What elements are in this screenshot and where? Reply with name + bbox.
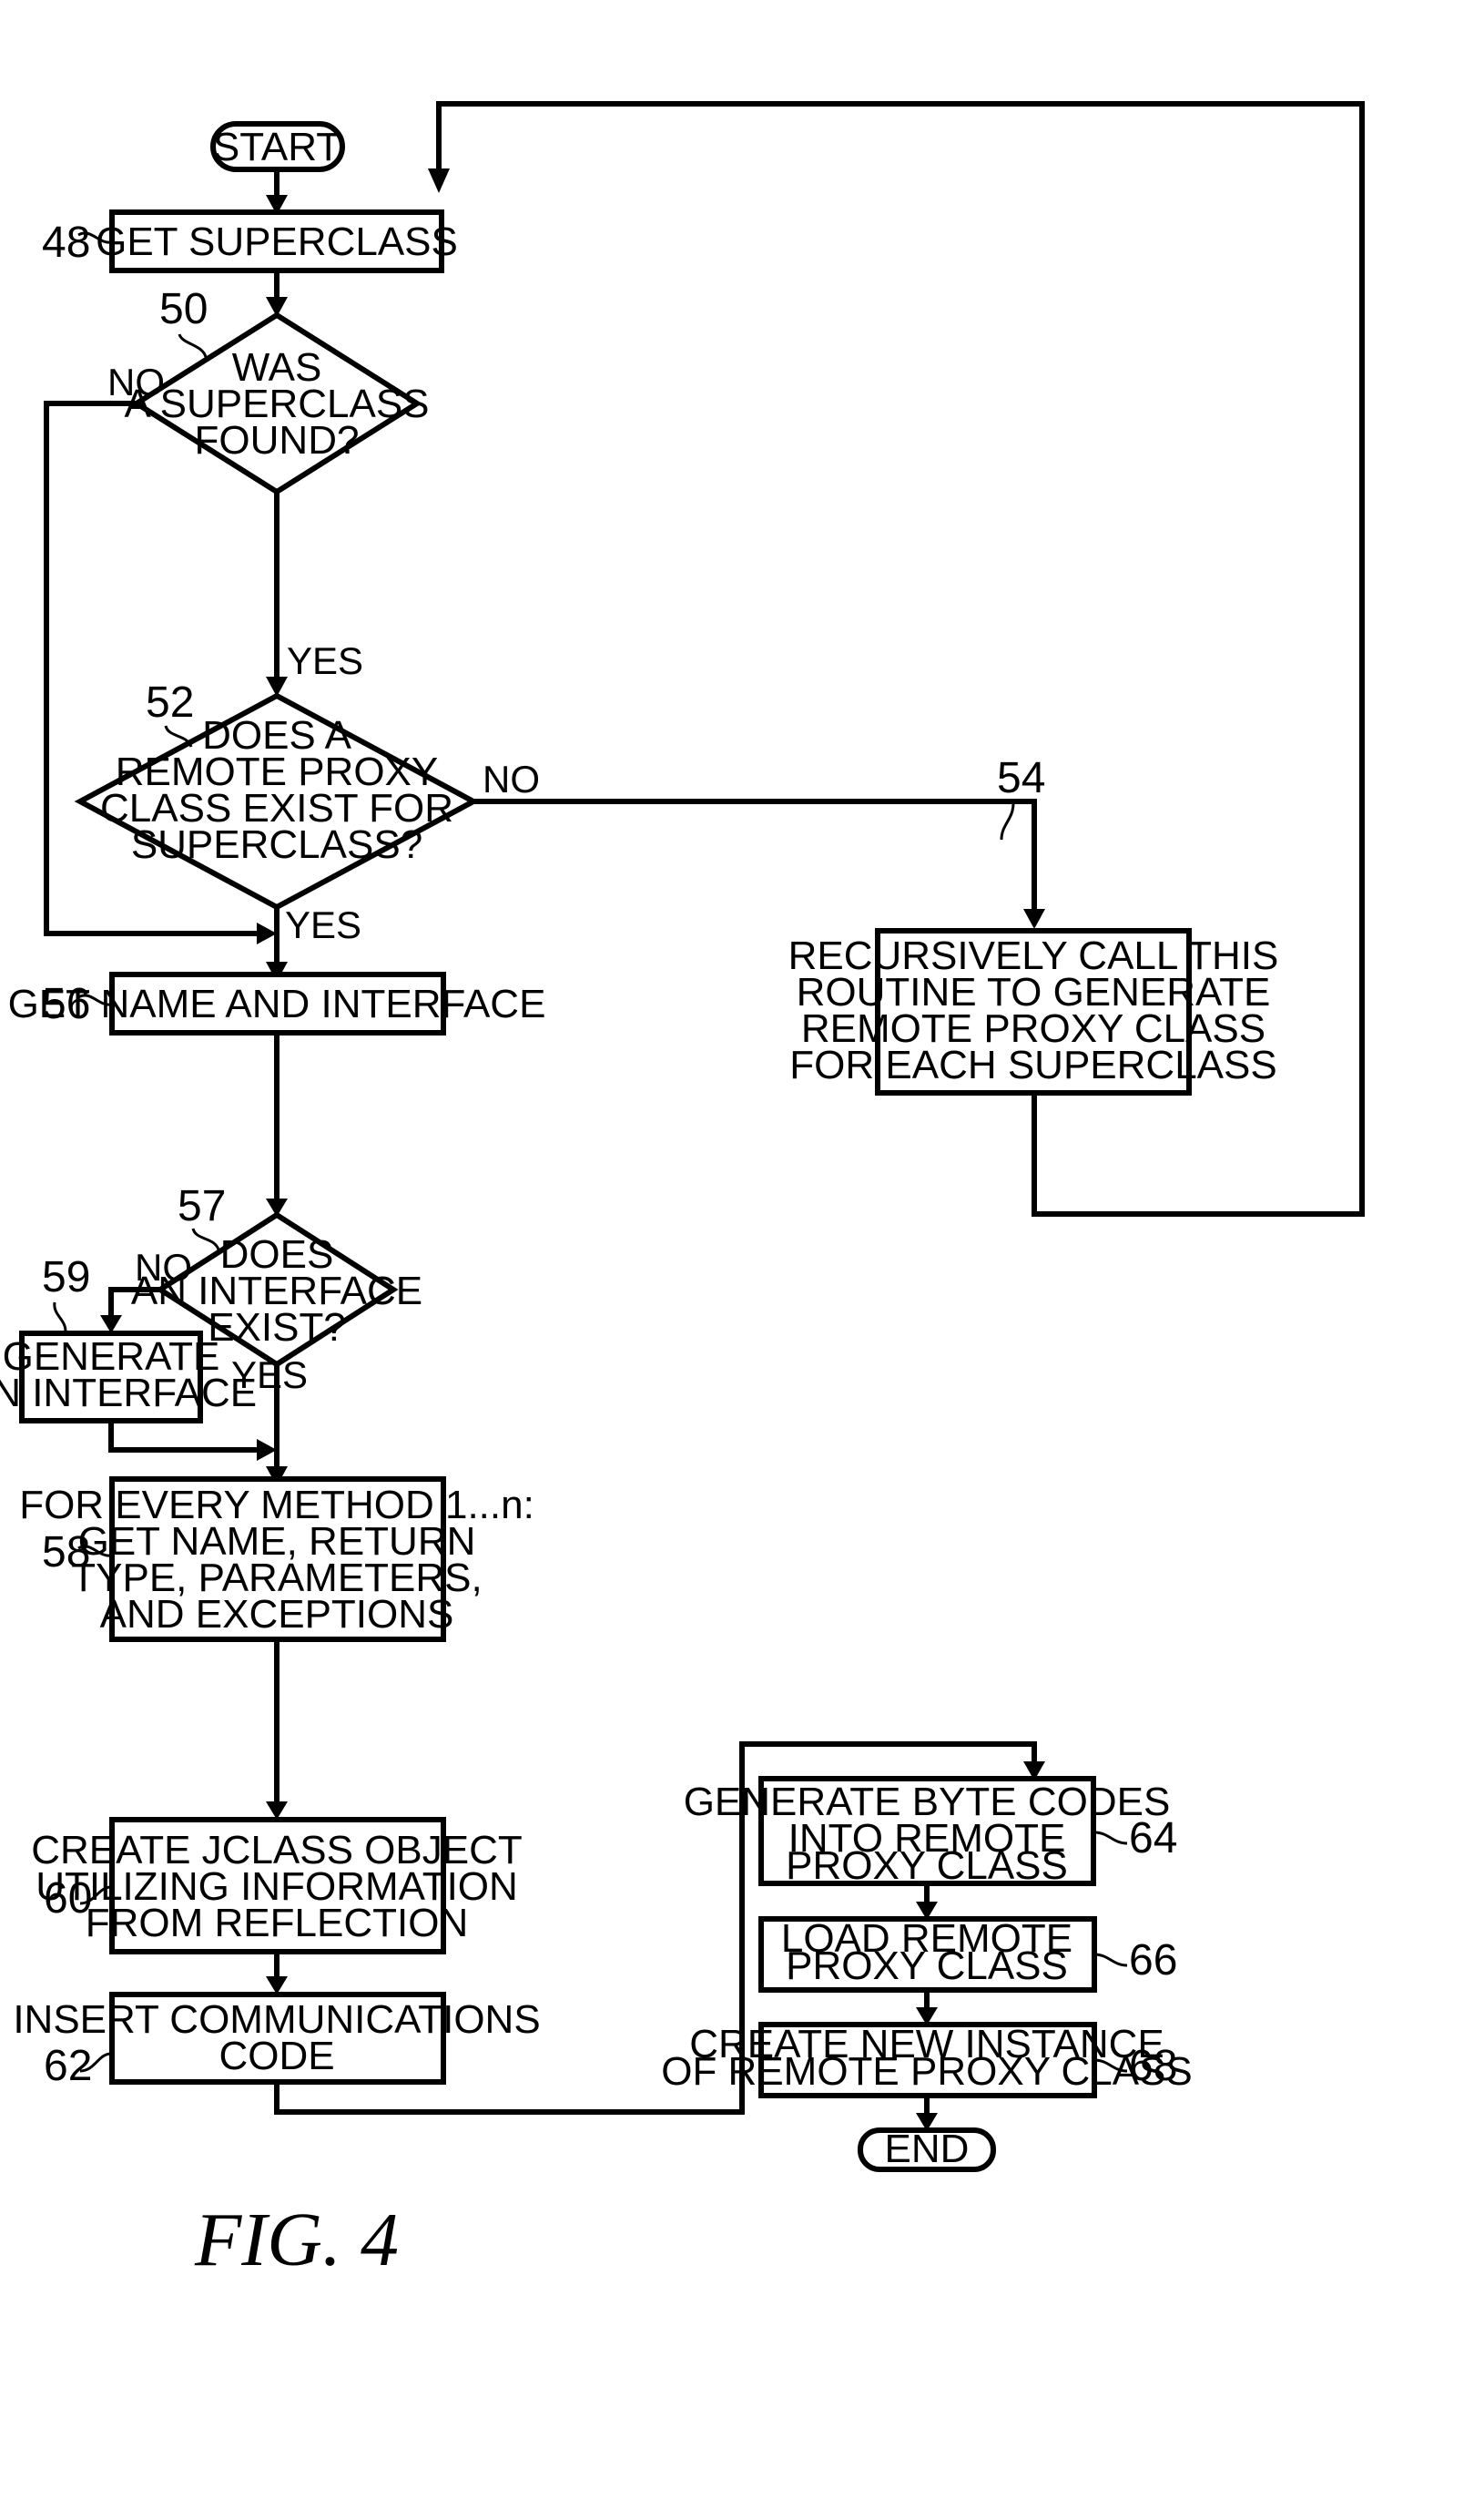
end-terminal: END <box>858 2127 996 2172</box>
step-64-line-2: PROXY CLASS <box>786 1843 1068 1888</box>
edge-label-50-no: NO <box>107 361 165 403</box>
edge-label-52-yes: YES <box>285 903 361 946</box>
ref-52: 52 <box>146 678 194 727</box>
ref-54: 54 <box>997 754 1045 802</box>
end-label: END <box>885 2127 970 2171</box>
step-68-line-1: OF REMOTE PROXY CLASS <box>661 2049 1193 2094</box>
figure-caption: FIG. 4 <box>194 2198 399 2282</box>
step-60-line-2: FROM REFLECTION <box>86 1901 468 1945</box>
leader-59 <box>53 1301 67 1332</box>
step-66-line-1: PROXY CLASS <box>786 1944 1068 1988</box>
ref-56: 56 <box>42 980 90 1028</box>
decision-52-line-3: SUPERCLASS? <box>131 822 422 867</box>
ref-50: 50 <box>159 285 208 333</box>
edge-label-57-no: NO <box>135 1246 192 1289</box>
step-68-create-instance: CREATE NEW INSTANCE OF REMOTE PROXY CLAS… <box>661 2022 1193 2098</box>
edge-label-50-yes: YES <box>287 639 363 682</box>
decision-50-line-2: FOUND? <box>195 418 360 463</box>
arrowhead <box>257 923 277 944</box>
start-terminal: START <box>210 121 345 172</box>
leader-66 <box>1093 1953 1128 1967</box>
step-58-for-every-method: FOR EVERY METHOD 1...n: GET NAME, RETURN… <box>19 1476 534 1642</box>
ref-58: 58 <box>42 1528 90 1576</box>
step-59-line-1: AN INTERFACE <box>0 1371 257 1415</box>
arrowhead <box>1023 909 1045 929</box>
ref-57: 57 <box>178 1182 226 1230</box>
ref-68: 68 <box>1129 2042 1177 2090</box>
leader-50 <box>178 333 208 358</box>
ref-60: 60 <box>44 1874 92 1923</box>
decision-50-superclass-found: WAS A SUPERCLASS FOUND? <box>124 311 430 495</box>
flowchart-main: START GET SUPERCLASS 48 WAS A SUPERCLASS… <box>0 0 1484 2520</box>
decision-57-line-2: EXIST? <box>208 1305 346 1350</box>
arrowhead <box>257 1439 277 1461</box>
edge-label-57-yes: YES <box>231 1353 308 1396</box>
leader-57 <box>191 1228 220 1250</box>
step-48-get-superclass: GET SUPERCLASS <box>96 209 458 273</box>
ref-64: 64 <box>1129 1814 1177 1862</box>
step-62-line-1: CODE <box>219 2034 334 2078</box>
ref-62: 62 <box>44 2042 92 2090</box>
step-59-generate-interface: GENERATE AN INTERFACE <box>0 1331 257 1423</box>
step-66-load-proxy-class: LOAD REMOTE PROXY CLASS <box>758 1916 1097 1993</box>
leader-54 <box>1000 802 1015 841</box>
start-label: START <box>213 125 341 169</box>
step-54-recursive-call: RECURSIVELY CALL THIS ROUTINE TO GENERAT… <box>788 928 1278 1096</box>
step-58-line-3: AND EXCEPTIONS <box>100 1592 454 1637</box>
ref-66: 66 <box>1129 1936 1177 1984</box>
step-60-create-jclass: CREATE JCLASS OBJECT UTILIZING INFORMATI… <box>31 1817 523 1954</box>
edge-label-52-no: NO <box>483 758 540 801</box>
step-48-label: GET SUPERCLASS <box>96 219 458 264</box>
connector-59-merge <box>108 1421 268 1453</box>
arrowhead <box>428 168 450 193</box>
step-54-line-3: FOR EACH SUPERCLASS <box>789 1043 1276 1087</box>
connector-52-no <box>473 799 1037 920</box>
leader-64 <box>1093 1831 1128 1845</box>
ref-59: 59 <box>42 1253 90 1301</box>
ref-48: 48 <box>42 219 90 267</box>
decision-52-proxy-exists: DOES A REMOTE PROXY CLASS EXIST FOR SUPE… <box>74 692 480 911</box>
